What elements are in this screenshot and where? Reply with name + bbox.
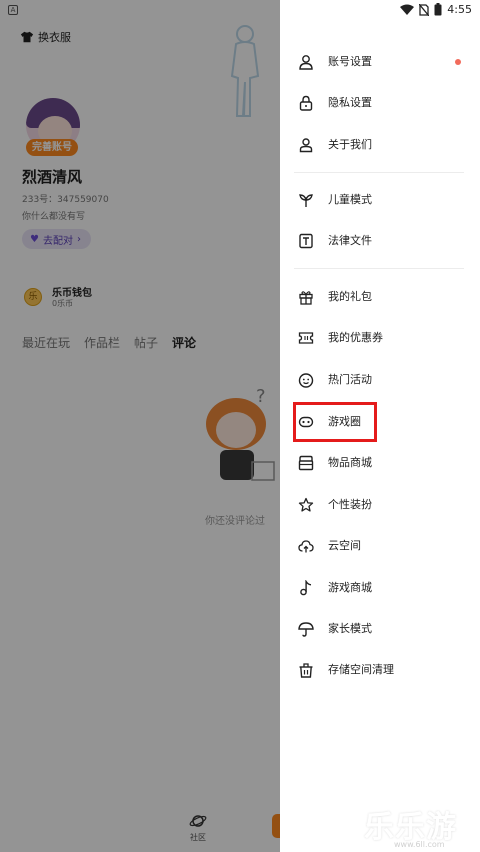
battery-icon [434,3,442,16]
menu-privacy-settings[interactable]: 隐私设置 [280,88,480,118]
people-icon [298,137,314,153]
coupon-icon [298,330,314,346]
status-bar: 4:55 [280,0,480,22]
menu-account-settings[interactable]: 账号设置 [280,47,480,77]
star-outline-icon [298,497,314,513]
music-note-icon [298,580,314,596]
menu-label: 隐私设置 [328,96,372,109]
menu-label: 云空间 [328,539,361,552]
trash-icon [298,662,314,678]
cloud-upload-icon [298,538,314,554]
menu-legal-documents[interactable]: 法律文件 [280,226,480,256]
menu-hot-events[interactable]: 热门活动 [280,365,480,395]
wifi-icon [400,4,415,15]
menu-my-gift-packs[interactable]: 我的礼包 [280,282,480,312]
menu-divider [294,172,464,173]
umbrella-icon [298,621,314,637]
sprout-icon [298,192,314,208]
highlight-annotation-box [293,402,377,442]
menu-label: 游戏商城 [328,581,372,594]
menu-parent-mode[interactable]: 家长模式 [280,614,480,644]
smiley-icon [298,372,314,388]
menu-label: 关于我们 [328,138,372,151]
menu-label: 家长模式 [328,622,372,635]
menu-about-us[interactable]: 关于我们 [280,130,480,160]
menu-label: 物品商城 [328,456,372,469]
lock-icon [298,95,314,111]
menu-label: 账号设置 [328,55,372,68]
menu-label: 我的优惠券 [328,331,383,344]
menu-personal-dressup[interactable]: 个性装扮 [280,490,480,520]
menu-label: 热门活动 [328,373,372,386]
menu-my-coupons[interactable]: 我的优惠券 [280,323,480,353]
menu-item-store[interactable]: 物品商城 [280,448,480,478]
menu-cloud-space[interactable]: 云空间 [280,531,480,561]
settings-drawer: 4:55 账号设置 隐私设置 关于我们 儿童模式 法律文件 我的礼包 我的优惠券… [280,0,480,852]
notification-dot [455,59,461,65]
document-t-icon [298,233,314,249]
watermark-url: www.6ll.com [394,840,445,849]
menu-kids-mode[interactable]: 儿童模式 [280,185,480,215]
menu-label: 个性装扮 [328,498,372,511]
menu-game-store[interactable]: 游戏商城 [280,573,480,603]
watermark: 乐乐游戏 www.6ll.com [360,800,478,852]
menu-label: 存储空间清理 [328,663,394,676]
person-icon [298,54,314,70]
clock: 4:55 [447,3,472,16]
store-icon [298,455,314,471]
gift-icon [298,289,314,305]
menu-label: 我的礼包 [328,290,372,303]
no-sim-icon [419,3,430,16]
menu-divider [294,268,464,269]
menu-label: 儿童模式 [328,193,372,206]
menu-label: 法律文件 [328,234,372,247]
menu-storage-cleanup[interactable]: 存储空间清理 [280,655,480,685]
